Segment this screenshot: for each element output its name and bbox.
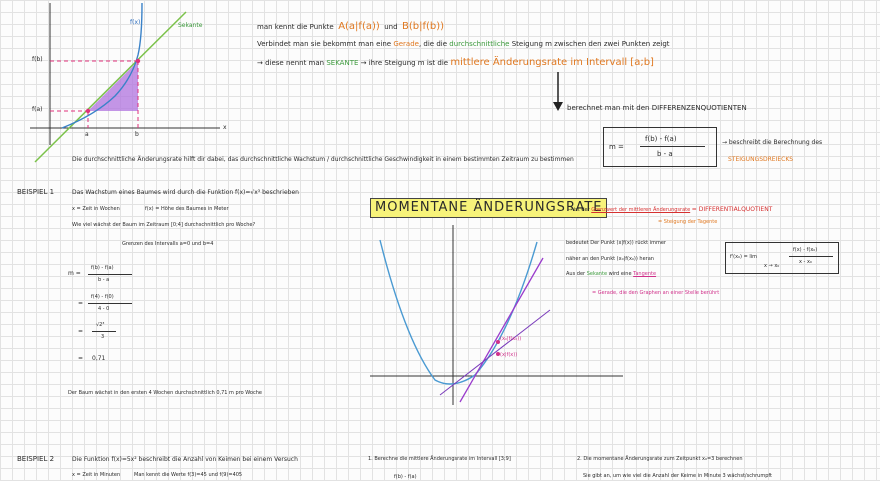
down-arrow [553,72,563,111]
b1-step1-den: b - a [98,277,110,283]
box-description: → beschreibt die Berechnung des [722,139,823,146]
b2-line2a: x = Zeit in Minuten [72,472,121,478]
diffq-denominator: x - x₀ [799,259,812,265]
graph-b-label: b [135,131,139,138]
b1-answer: Der Baum wächst in den ersten 4 Wochen d… [68,390,262,396]
beispiel1-label: BEISPIEL 1 [17,188,55,196]
b2-line1: Die Funktion f(x)=5x² beschreibt die Anz… [72,456,298,463]
beispiel2-label: BEISPIEL 2 [17,455,55,463]
graph-fb-label: f(b) [32,56,43,63]
b1-step4-eq: = [78,355,84,362]
b1-result: 0,71 [92,355,106,362]
intro-line4: berechnet man mit den DIFFERENZENQUOTIEN… [567,104,747,112]
b1-line1: Das Wachstum eines Baumes wird durch die… [72,189,299,196]
b1-step2-num: f(4) - f(0) [91,294,114,300]
diffq-fraction-line [789,256,833,257]
secant-graph [30,2,220,163]
b1-line3: Wie viel wächst der Baum im Zeitraum [0;… [72,222,256,228]
intro-line3: → diese nennt man SEKANTE → ihre Steigun… [257,57,654,68]
moment-b1: bedeutet Der Punkt (x|f(x)) rückt immer [566,240,666,246]
lim-subscript: x → x₀ [764,263,780,269]
graph-secant-label: Sekante [178,22,203,29]
moment-line2: = Steigung der Tagente [658,219,718,225]
intro-line1: man kennt die Punkte A(a|f(a)) und B(b|f… [257,21,445,32]
graph-a-label: a [85,131,89,138]
fraction-line [640,146,705,147]
intro-line2: Verbindet man sie bekommt man eine Gerad… [257,40,670,48]
b2-line2b: Man kennt die Werte f(3)=45 und f(9)=405 [134,472,243,478]
b1-step1-m: m = [68,270,81,277]
steigungsdreieck-label: STEIGUNGSDREIECKS [728,156,794,163]
b1-line2b: f(x) = Höhe des Baumes in Meter [145,206,229,212]
b2-question2: 2. Die momentane Änderungsrate zum Zeitp… [577,456,743,462]
moment-b2: näher an den Punkt (x₀|f(x₀)) heran [566,256,654,262]
b1-step1-num: f(b) - f(a) [91,265,114,271]
formula-numerator: f(b) - f(a) [645,135,677,143]
b1-step3-num: √2³ [96,322,105,328]
b1-line2a: x = Zeit in Wochen [72,206,120,212]
b1-fraction3 [92,331,116,332]
point-x-label: (x|f(x)) [500,352,518,358]
b1-fraction2 [88,303,132,304]
graph-fa-label: f(a) [32,106,43,113]
b1-step2-den: 4 - 0 [98,306,110,312]
moment-line1: → ist der Grenzwert der mittleren Änderu… [568,206,773,213]
fprime-label: f'(x₀) = lim [730,254,758,260]
point-x0-label: (x₀|f(x₀)) [500,336,522,342]
b1-fraction1 [88,274,132,275]
b1-step2-eq: = [78,300,84,307]
b2-question1: 1. Berechne die mittlere Änderungsrate i… [368,456,511,462]
formula-m: m = [609,143,624,151]
b1-step3-eq: = [78,328,84,335]
b1-line4: Grenzen des Intervalls a=0 und b=4 [122,241,214,247]
graph-x-label: x [223,124,227,131]
graph-fx-label: f(x) [130,19,141,26]
diffq-numerator: f(x) - f(x₀) [793,247,818,253]
formula-denominator: b - a [657,150,673,158]
moment-b4: = Gerade, die den Graphen an einer Stell… [592,290,720,296]
tangent-graph [370,225,623,405]
b2-question2-desc: Sie gibt an, um wie viel die Anzahl der … [583,473,773,479]
intro-summary: Die durchschnittliche Änderungsrate hilf… [72,156,574,163]
moment-b3: Aus der Sekante wird eine Tangente [566,271,657,277]
b1-step3-den: 3 [101,334,105,340]
